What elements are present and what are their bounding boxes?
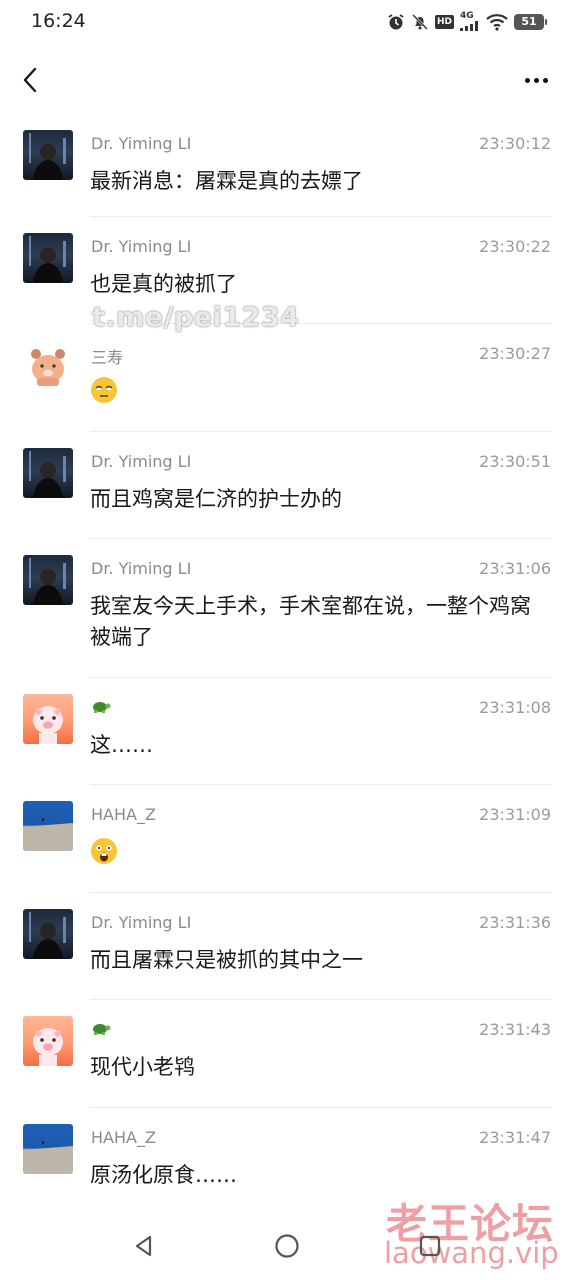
- message-time: 23:31:36: [479, 913, 551, 932]
- turtle-emoji: [93, 702, 111, 713]
- message-item[interactable]: Dr. Yiming LI 23:31:36 而且屠霖只是被抓的其中之一: [0, 893, 574, 1000]
- doctor-avatar[interactable]: [23, 233, 73, 283]
- message-text: 原汤化原食……: [90, 1163, 237, 1187]
- sky-wall-avatar[interactable]: [23, 1124, 73, 1174]
- message-text: 而且屠霖只是被抓的其中之一: [90, 948, 363, 972]
- sky-wall-avatar-image: [23, 1141, 73, 1174]
- sky-wall-avatar[interactable]: [23, 801, 73, 851]
- message-text: 而且鸡窝是仁济的护士办的: [90, 487, 342, 511]
- message-text: 这……: [90, 733, 153, 757]
- turtle-emoji: [93, 1024, 111, 1035]
- status-time: 16:24: [31, 10, 86, 32]
- pig-avatar-image: [33, 1028, 63, 1066]
- doctor-avatar-image: [29, 912, 66, 959]
- message-time: 23:30:12: [479, 134, 551, 153]
- status-bar: 16:24 HD 4G 51: [0, 0, 574, 44]
- more-options-button[interactable]: [520, 64, 552, 96]
- message-time: 23:30:27: [479, 344, 551, 363]
- more-dot: [542, 77, 548, 83]
- signal-bars-icon: [460, 21, 478, 31]
- message-item[interactable]: Dr. Yiming LI 23:31:06 我室友今天上手术，手术室都在说，一…: [0, 539, 574, 678]
- triangle-back-icon: [135, 1235, 152, 1257]
- cell-signal: 4G: [460, 12, 480, 31]
- message-time: 23:30:22: [479, 237, 551, 256]
- message-text: 我室友今天上手术，手术室都在说，一整个鸡窝被端了: [90, 594, 531, 649]
- message-time: 23:31:08: [479, 698, 551, 717]
- more-dot: [533, 77, 539, 83]
- back-button[interactable]: [16, 64, 48, 96]
- sender-name: Dr. Yiming LI: [91, 452, 192, 471]
- doctor-avatar[interactable]: [23, 130, 73, 180]
- chat-header: [0, 50, 574, 112]
- message-item[interactable]: Dr. Yiming LI 23:30:51 而且鸡窝是仁济的护士办的: [0, 432, 574, 539]
- message-text: 现代小老鸨: [90, 1055, 195, 1079]
- squint-face-emoji: [91, 377, 117, 403]
- sender-name: HAHA_Z: [91, 805, 156, 824]
- message-item[interactable]: HAHA_Z 23:31:09: [0, 785, 574, 893]
- pig-avatar[interactable]: [23, 1016, 73, 1066]
- message-text: 也是真的被抓了: [90, 272, 237, 296]
- sender-name: 三寿: [91, 348, 124, 367]
- system-navigation-bar: [0, 1214, 574, 1280]
- message-time: 23:30:51: [479, 452, 551, 471]
- doctor-avatar[interactable]: [23, 909, 73, 959]
- message-time: 23:31:47: [479, 1128, 551, 1147]
- sender-name: Dr. Yiming LI: [91, 134, 192, 153]
- message-item[interactable]: 23:31:08 这……: [0, 678, 574, 785]
- nav-home-button[interactable]: [273, 1232, 301, 1260]
- message-time: 23:31:06: [479, 559, 551, 578]
- back-arrow-icon: [23, 67, 37, 93]
- alarm-icon: [388, 13, 404, 29]
- doctor-avatar[interactable]: [23, 555, 73, 605]
- status-icons: HD 4G 51: [387, 12, 547, 31]
- hd-badge: HD: [434, 14, 454, 29]
- sender-name: Dr. Yiming LI: [91, 237, 192, 256]
- wifi-icon: [486, 13, 508, 31]
- message-item[interactable]: 三寿 23:30:27: [0, 324, 574, 432]
- pig-avatar-image: [33, 706, 63, 744]
- message-time: 23:31:09: [479, 805, 551, 824]
- doctor-avatar-image: [29, 133, 66, 180]
- nav-back-button[interactable]: [130, 1232, 158, 1260]
- message-text: 最新消息：屠霖是真的去嫖了: [90, 169, 363, 193]
- sender-name: Dr. Yiming LI: [91, 913, 192, 932]
- mute-bell-icon: [412, 13, 428, 30]
- watermark-overlay-text: t.me/pei1234: [92, 302, 300, 333]
- doctor-avatar-image: [29, 451, 66, 498]
- sky-wall-avatar-image: [23, 818, 73, 851]
- sender-name: [91, 698, 111, 718]
- bear-avatar[interactable]: [23, 340, 73, 390]
- message-content: [90, 837, 550, 874]
- doctor-avatar-image: [29, 236, 66, 283]
- sender-name: Dr. Yiming LI: [91, 559, 192, 578]
- battery-indicator: 51: [514, 13, 547, 30]
- circle-home-icon: [275, 1234, 299, 1258]
- sender-name: HAHA_Z: [91, 1128, 156, 1147]
- sender-name: [91, 1020, 111, 1040]
- bear-avatar-image: [31, 349, 65, 386]
- square-recent-icon: [419, 1235, 441, 1257]
- doctor-avatar[interactable]: [23, 448, 73, 498]
- message-time: 23:31:43: [479, 1020, 551, 1039]
- doctor-avatar-image: [29, 558, 66, 605]
- message-content: [90, 376, 550, 413]
- more-dots-icon: [524, 77, 530, 83]
- network-label: 4G: [460, 11, 474, 21]
- nav-recent-button[interactable]: [416, 1232, 444, 1260]
- message-item[interactable]: 23:31:43 现代小老鸨: [0, 1000, 574, 1108]
- message-item[interactable]: Dr. Yiming LI 23:30:12 最新消息：屠霖是真的去嫖了: [0, 114, 574, 217]
- pig-avatar[interactable]: [23, 694, 73, 744]
- shocked-face-emoji: [91, 838, 117, 864]
